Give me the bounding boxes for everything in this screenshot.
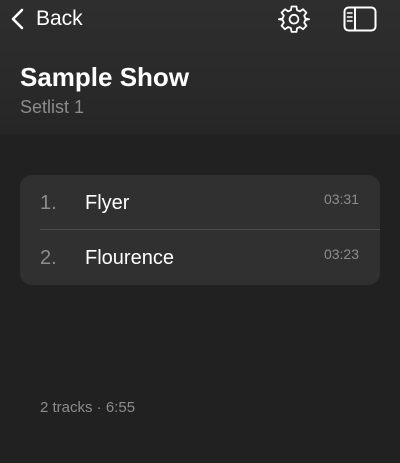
top-bar: Back Sample Show Setlist 1 — [0, 0, 400, 134]
sidebar-toggle-icon[interactable] — [343, 6, 377, 32]
back-button-label: Back — [36, 7, 83, 30]
track-row[interactable]: 1. Flyer 03:31 — [20, 175, 380, 230]
track-row[interactable]: 2. Flourence 03:23 — [20, 230, 380, 285]
chevron-left-icon — [11, 8, 24, 30]
back-button[interactable]: Back — [10, 4, 83, 34]
track-number: 2. — [40, 247, 57, 269]
track-title: Flyer — [85, 192, 130, 214]
track-list: 1. Flyer 03:31 2. Flourence 03:23 — [20, 175, 380, 285]
page-subtitle: Setlist 1 — [20, 97, 85, 117]
track-duration: 03:23 — [323, 246, 359, 262]
track-duration: 03:31 — [323, 191, 359, 207]
track-number: 1. — [40, 192, 57, 214]
track-title: Flourence — [85, 247, 174, 269]
setlist-summary: 2 tracks · 6:55 — [40, 399, 136, 416]
gear-icon[interactable] — [278, 3, 310, 35]
page-title: Sample Show — [20, 62, 190, 92]
